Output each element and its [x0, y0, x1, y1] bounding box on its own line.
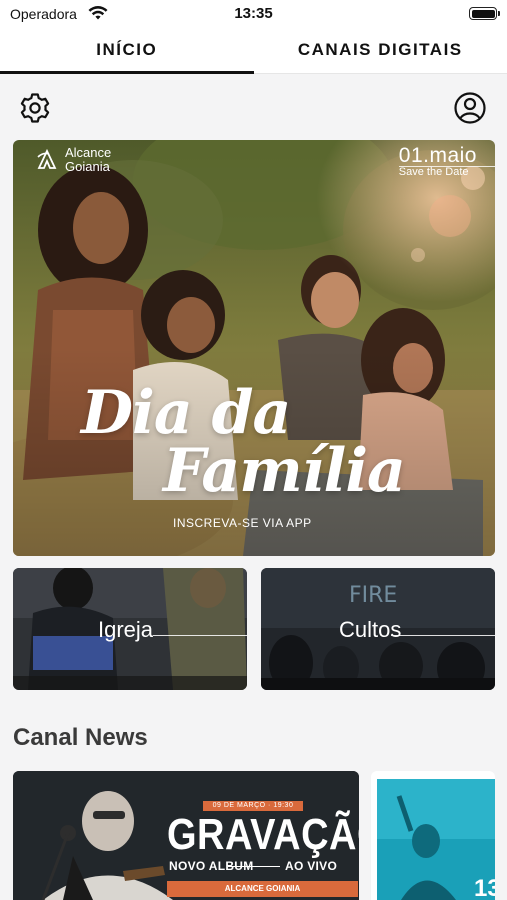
card-igreja-line — [153, 635, 247, 636]
church-logo: Alcance Goiania — [35, 146, 111, 174]
svg-text:FIRE: FIRE — [349, 583, 397, 608]
news-footer-bar: ALCANCE GOIANIA — [167, 881, 358, 897]
news-headline: GRAVAÇÃO — [167, 811, 359, 860]
news-card-gravacao[interactable]: 09 DE MARÇO · 19:30 GRAVAÇÃO NOVO ALBUM … — [13, 771, 359, 900]
event-date-sub: Save the Date — [398, 166, 469, 178]
card-igreja[interactable]: Igreja — [13, 568, 247, 690]
logo-text: Alcance Goiania — [65, 146, 111, 174]
news-divider — [228, 866, 280, 867]
status-bar: Operadora 13:35 — [0, 0, 507, 28]
card-cultos[interactable]: FIRE Cultos — [261, 568, 495, 690]
tab-inicio[interactable]: INÍCIO — [0, 28, 254, 74]
event-date: 01.maio Save the Date — [398, 144, 495, 178]
clock: 13:35 — [234, 5, 273, 22]
logo-line-1: Alcance — [65, 145, 112, 160]
logo-line-2: Goiania — [65, 159, 110, 174]
battery-icon — [469, 7, 500, 20]
event-date-main: 01.maio — [398, 144, 477, 167]
hero-title-line-2: Família — [163, 436, 406, 506]
home-content: Alcance Goiania 01.maio Save the Date Di… — [0, 74, 507, 900]
news-date-tag: 09 DE MARÇO · 19:30 — [203, 801, 303, 811]
card-cultos-line — [391, 635, 495, 636]
news-sub-right: AO VIVO — [285, 859, 338, 873]
user-circle-icon[interactable] — [453, 91, 487, 125]
alcance-logo-icon — [37, 148, 57, 169]
gear-icon[interactable] — [18, 91, 52, 125]
hero-cta-text: INSCREVA-SE VIA APP — [173, 516, 312, 530]
hero-banner[interactable]: Alcance Goiania 01.maio Save the Date Di… — [13, 140, 495, 556]
section-title-canal-news: Canal News — [13, 724, 148, 751]
top-tab-bar: INÍCIO CANAIS DIGITAIS — [0, 28, 507, 74]
news-card-2[interactable]: 13 — [371, 771, 495, 900]
tab-canais-digitais[interactable]: CANAIS DIGITAIS — [254, 28, 507, 73]
card-igreja-label: Igreja — [98, 617, 154, 642]
news-2-headline: 13 — [474, 875, 495, 900]
date-divider — [398, 166, 495, 167]
card-cultos-label: Cultos — [339, 617, 402, 642]
